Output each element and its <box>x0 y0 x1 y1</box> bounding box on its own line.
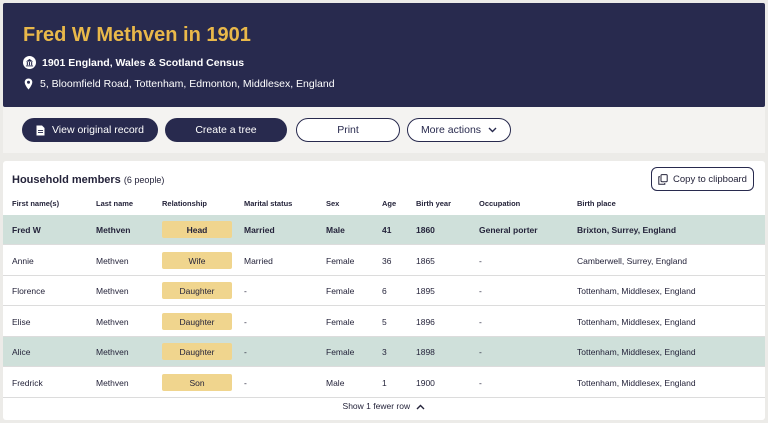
print-label: Print <box>337 124 359 136</box>
age-cell: 41 <box>382 225 392 235</box>
marital-status-cell: - <box>244 286 247 296</box>
sex-cell: Male <box>326 378 345 388</box>
relationship-badge: Daughter <box>162 313 232 330</box>
more-actions-label: More actions <box>420 124 482 136</box>
birth-place-cell: Tottenham, Middlesex, England <box>577 378 696 388</box>
table-row[interactable]: Fred W Methven Head Married Male 41 1860… <box>3 215 765 245</box>
view-original-record-button[interactable]: View original record <box>22 118 158 142</box>
copy-to-clipboard-button[interactable]: Copy to clipboard <box>651 167 754 191</box>
first-name-cell: Florence <box>12 286 46 296</box>
household-title-text: Household members <box>12 174 121 186</box>
address-text: 5, Bloomfield Road, Tottenham, Edmonton,… <box>40 78 335 90</box>
column-header: Relationship <box>162 199 208 208</box>
table-row[interactable]: Annie Methven Wife Married Female 36 186… <box>3 246 765 276</box>
first-name-cell: Elise <box>12 317 31 327</box>
column-header: Marital status <box>244 199 293 208</box>
marital-status-cell: - <box>244 378 247 388</box>
birth-place-cell: Camberwell, Surrey, England <box>577 256 687 266</box>
column-header: Birth year <box>416 199 452 208</box>
birth-year-cell: 1860 <box>416 225 435 235</box>
page-title: Fred W Methven in 1901 <box>23 24 251 46</box>
sex-cell: Female <box>326 286 355 296</box>
last-name-cell: Methven <box>96 225 131 235</box>
column-header: Occupation <box>479 199 521 208</box>
document-icon <box>36 125 45 136</box>
age-cell: 6 <box>382 286 387 296</box>
last-name-cell: Methven <box>96 347 129 357</box>
location-pin-icon <box>24 78 33 90</box>
marital-status-cell: - <box>244 317 247 327</box>
table-row[interactable]: Florence Methven Daughter - Female 6 189… <box>3 276 765 306</box>
sex-cell: Female <box>326 317 355 327</box>
last-name-cell: Methven <box>96 317 129 327</box>
sex-cell: Female <box>326 256 355 266</box>
age-cell: 1 <box>382 378 387 388</box>
birth-place-cell: Tottenham, Middlesex, England <box>577 286 696 296</box>
table-header: First name(s) Last name Relationship Mar… <box>3 199 765 215</box>
household-members-card: Household members (6 people) Copy to cli… <box>3 161 765 420</box>
birth-year-cell: 1900 <box>416 378 435 388</box>
show-fewer-rows-button[interactable]: Show 1 fewer row <box>3 401 765 412</box>
occupation-cell: - <box>479 317 482 327</box>
relationship-badge: Daughter <box>162 282 232 299</box>
chevron-down-icon <box>488 127 497 133</box>
table-row[interactable]: Elise Methven Daughter - Female 5 1896 -… <box>3 307 765 337</box>
first-name-cell: Annie <box>12 256 34 266</box>
building-icon <box>23 56 36 69</box>
birth-year-cell: 1896 <box>416 317 435 327</box>
sex-cell: Male <box>326 225 345 235</box>
copy-icon <box>658 173 668 185</box>
create-tree-label: Create a tree <box>195 124 257 136</box>
age-cell: 5 <box>382 317 387 327</box>
record-header: Fred W Methven in 1901 1901 England, Wal… <box>3 3 765 107</box>
action-bar: View original record Create a tree Print… <box>3 107 765 153</box>
birth-place-cell: Tottenham, Middlesex, England <box>577 317 696 327</box>
birth-place-cell: Brixton, Surrey, England <box>577 225 677 235</box>
occupation-cell: - <box>479 286 482 296</box>
more-actions-button[interactable]: More actions <box>407 118 511 142</box>
sex-cell: Female <box>326 347 355 357</box>
occupation-cell: - <box>479 378 482 388</box>
census-collection: 1901 England, Wales & Scotland Census <box>23 56 244 69</box>
copy-to-clipboard-label: Copy to clipboard <box>673 173 747 185</box>
relationship-badge: Wife <box>162 252 232 269</box>
last-name-cell: Methven <box>96 256 129 266</box>
occupation-cell: - <box>479 347 482 357</box>
relationship-badge: Son <box>162 374 232 391</box>
show-fewer-label: Show 1 fewer row <box>342 401 411 411</box>
marital-status-cell: Married <box>244 256 273 266</box>
column-header: First name(s) <box>12 199 60 208</box>
age-cell: 36 <box>382 256 392 266</box>
birth-year-cell: 1898 <box>416 347 435 357</box>
print-button[interactable]: Print <box>296 118 400 142</box>
record-address: 5, Bloomfield Road, Tottenham, Edmonton,… <box>23 78 335 90</box>
birth-place-cell: Tottenham, Middlesex, England <box>577 347 696 357</box>
last-name-cell: Methven <box>96 286 129 296</box>
column-header: Last name <box>96 199 134 208</box>
first-name-cell: Fredrick <box>12 378 43 388</box>
column-header: Birth place <box>577 199 616 208</box>
table-row[interactable]: Alice Methven Daughter - Female 3 1898 -… <box>3 337 765 367</box>
census-name: 1901 England, Wales & Scotland Census <box>42 56 245 69</box>
marital-status-cell: - <box>244 347 247 357</box>
column-header: Age <box>382 199 397 208</box>
relationship-badge: Daughter <box>162 343 232 360</box>
chevron-up-icon <box>416 402 425 412</box>
table-row[interactable]: Fredrick Methven Son - Male 1 1900 - Tot… <box>3 368 765 398</box>
create-tree-button[interactable]: Create a tree <box>165 118 287 142</box>
household-title: Household members (6 people) <box>12 174 164 186</box>
first-name-cell: Fred W <box>12 225 41 235</box>
view-original-record-label: View original record <box>51 124 145 136</box>
column-header: Sex <box>326 199 340 208</box>
occupation-cell: General porter <box>479 225 538 235</box>
relationship-badge: Head <box>162 221 232 238</box>
marital-status-cell: Married <box>244 225 275 235</box>
birth-year-cell: 1895 <box>416 286 435 296</box>
birth-year-cell: 1865 <box>416 256 435 266</box>
age-cell: 3 <box>382 347 387 357</box>
household-count: (6 people) <box>123 175 165 185</box>
first-name-cell: Alice <box>12 347 31 357</box>
occupation-cell: - <box>479 256 482 266</box>
last-name-cell: Methven <box>96 378 129 388</box>
